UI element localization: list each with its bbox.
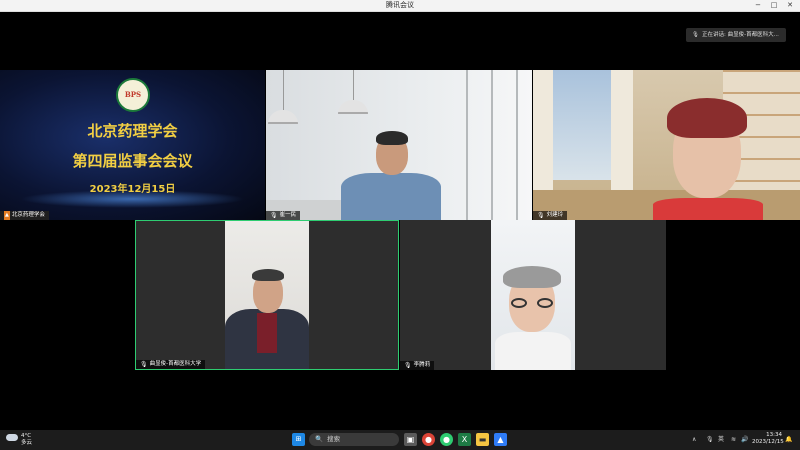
lamp-cord [283,70,284,110]
ceiling-lamp [338,100,368,114]
minimize-button[interactable]: − [752,0,764,11]
notification-bell-icon[interactable]: 🔔 [785,433,792,446]
ceiling-lamp [268,110,298,124]
file-explorer-icon[interactable]: ▬ [476,433,489,446]
start-icon[interactable]: ⊞ [292,433,305,446]
microphone-icon: 🎙 [692,32,699,38]
video-tile-woman[interactable]: 🎙 李腾莉 [400,220,666,370]
window-frame [466,70,468,220]
participant-name: 李腾莉 [413,362,431,368]
microphone-icon: 🎙 [537,212,545,219]
video-tile-office[interactable]: 🎙 崔一民 [266,70,532,220]
speaking-indicator: 🎙 正在讲话: 曲显俊-首都医科大... [686,28,786,42]
microphone-tray-icon[interactable]: 🎙 [706,433,714,446]
participant-figure [491,260,575,370]
participant-name-bar: 🎙 刘建玲 [533,211,568,220]
microphone-icon: 🎙 [404,362,412,369]
participant-name: 崔一民 [279,212,297,218]
cloud-icon [6,434,18,441]
weather-desc: 多云 [21,440,33,446]
participant-video [491,220,575,370]
participant-name-bar: 🎙 李腾莉 [400,361,435,370]
windows-taskbar: 4°C 多云 ⊞ 🔍 搜索 ▣ ● ● X ▬ ▲ ∧ 🎙 英 ≋ 🔊 13:34… [0,430,800,450]
window-frame [516,70,518,220]
participant-name: 刘建玲 [546,212,564,218]
banner-title: 北京药理学会 [87,122,178,140]
participant-name-bar: ▲ 北京药理学会 [0,211,49,220]
window-frame [491,70,493,220]
clock-time: 13:34 [766,432,782,438]
participant-figure [653,88,763,220]
input-language[interactable]: 英 [718,433,724,446]
excel-icon[interactable]: X [458,433,471,446]
video-tile-active-speaker[interactable]: 🎙 曲显俊-首都医科大学 [135,220,399,370]
clock-date: 2023/12/15 [752,439,784,445]
participant-video [225,221,309,369]
video-tile-banner[interactable]: BPS 北京药理学会 第四届监事会会议 2023年12月15日 ▲ 北京药理学会 [0,70,265,220]
video-tile-room[interactable]: 🎙 刘建玲 [533,70,800,220]
taskbar-search[interactable]: 🔍 搜索 [309,433,399,446]
system-clock[interactable]: 13:34 2023/12/15 [752,432,784,446]
room-window [543,70,618,180]
weather-temp: 4°C [21,433,32,439]
banner-date: 2023年12月15日 [89,184,176,195]
host-badge-icon: ▲ [4,211,10,220]
wechat-icon[interactable]: ● [440,433,453,446]
participant-name-bar: 🎙 曲显俊-首都医科大学 [136,360,206,369]
window-title: 腾讯会议 [386,1,414,9]
microphone-icon: 🎙 [140,361,148,368]
participant-figure [225,261,309,369]
participant-name-bar: 🎙 崔一民 [266,211,301,220]
curtain [533,70,553,200]
network-icon[interactable]: ≋ [731,433,736,446]
microphone-icon: 🎙 [270,212,278,219]
close-button[interactable]: ✕ [784,0,796,11]
search-icon: 🔍 [315,435,324,443]
logo-text: BPS [124,90,142,99]
participant-figure [336,125,446,220]
lamp-cord [353,70,354,100]
banner-subtitle: 第四届监事会会议 [72,152,193,170]
task-view-icon[interactable]: ▣ [404,433,417,446]
chevron-up-icon[interactable]: ∧ [692,433,696,446]
volume-icon[interactable]: 🔊 [741,433,748,446]
maximize-button[interactable]: □ [768,0,780,11]
participant-name: 曲显俊-首都医科大学 [149,361,202,367]
participant-name: 北京药理学会 [11,212,45,218]
speaking-text: 正在讲话: 曲显俊-首都医科大... [701,32,779,38]
search-label: 搜索 [327,435,341,443]
bps-logo: BPS [116,78,150,112]
tencent-meeting-icon[interactable]: ▲ [494,433,507,446]
window-titlebar: 腾讯会议 − □ ✕ [0,0,800,12]
chrome-icon[interactable]: ● [422,433,435,446]
curtain [611,70,633,200]
